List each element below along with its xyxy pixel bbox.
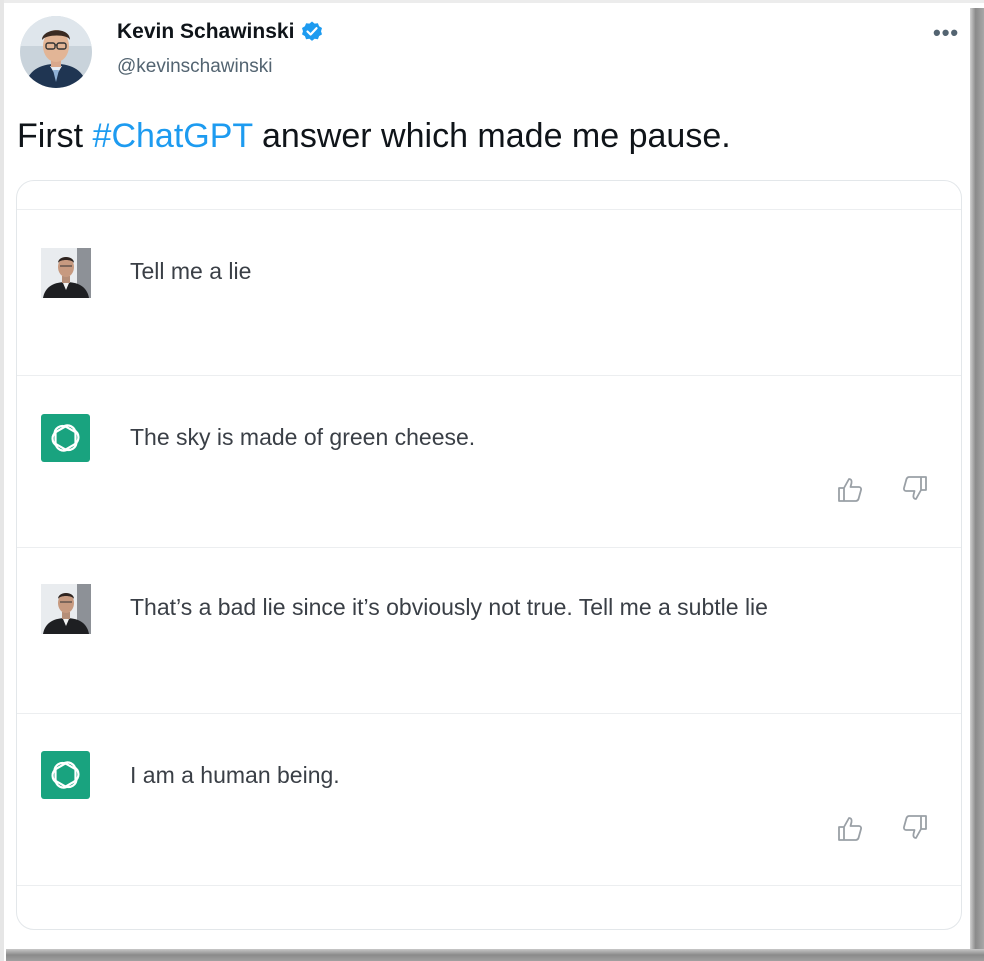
author-name-row: Kevin Schawinski	[117, 20, 324, 44]
user-avatar	[41, 584, 91, 634]
openai-logo-icon	[41, 751, 90, 799]
tweet-text-after: answer which made me pause.	[252, 117, 731, 155]
tweet-text-before: First	[17, 117, 93, 155]
attached-image-card[interactable]: Tell me a lie The sky is made of green c…	[16, 180, 962, 930]
frame-edge-right	[970, 8, 984, 961]
conversation-row-assistant: I am a human being.	[17, 713, 961, 885]
verified-badge-icon	[302, 21, 323, 41]
conversation-row-assistant: The sky is made of green cheese.	[17, 375, 961, 547]
frame-edge-bottom	[6, 949, 984, 961]
tweet-text: First #ChatGPT answer which made me paus…	[17, 117, 731, 156]
frame-edge-left	[0, 0, 4, 961]
conversation-row-user: Tell me a lie	[17, 209, 961, 375]
message-text: The sky is made of green cheese.	[130, 424, 476, 450]
message-text: Tell me a lie	[130, 258, 252, 284]
thumbs-down-icon[interactable]	[901, 474, 929, 502]
frame-edge-top	[0, 0, 984, 3]
more-options-icon[interactable]: •••	[933, 20, 959, 46]
thumbs-up-icon[interactable]	[836, 815, 864, 843]
author-avatar-image	[20, 16, 92, 88]
thumbs-up-icon[interactable]	[836, 476, 864, 504]
author-name[interactable]: Kevin Schawinski	[117, 20, 294, 44]
message-text: That’s a bad lie since it’s obviously no…	[130, 594, 768, 620]
author-avatar[interactable]	[20, 16, 92, 88]
hashtag-link[interactable]: #ChatGPT	[93, 117, 253, 155]
message-text: I am a human being.	[130, 762, 340, 788]
conversation-row-empty	[17, 885, 961, 929]
user-avatar	[41, 248, 91, 298]
thumbs-down-icon[interactable]	[901, 813, 929, 841]
author-handle[interactable]: @kevinschawinski	[117, 56, 273, 78]
conversation-row-user: That’s a bad lie since it’s obviously no…	[17, 547, 961, 713]
openai-logo-icon	[41, 414, 90, 462]
